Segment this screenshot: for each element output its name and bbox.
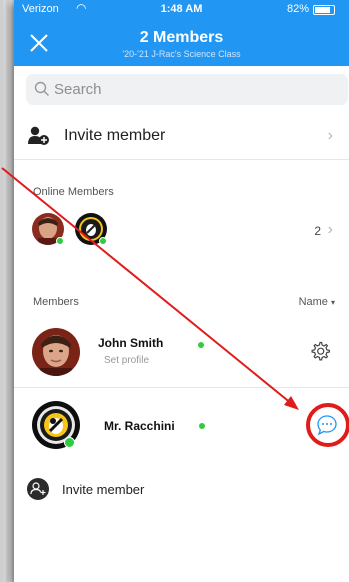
invite-member-label: Invite member [62, 482, 145, 497]
avatar [32, 328, 80, 376]
online-status-dot [198, 342, 204, 348]
online-avatar-john[interactable] [32, 213, 64, 245]
battery-icon [313, 5, 335, 15]
search-placeholder: Search [54, 81, 102, 98]
chevron-right-icon: › [327, 127, 333, 144]
invite-member-label: Invite member [64, 127, 166, 144]
header-bar: Verizon ◠ 1:48 AM 82% 2 Members '20-'21 … [14, 0, 349, 66]
status-bar: Verizon ◠ 1:48 AM 82% [14, 0, 349, 20]
battery-percent: 82% [286, 3, 309, 15]
invite-member-row[interactable]: Invite member › [14, 114, 349, 160]
avatar [32, 401, 80, 449]
member-subtitle: Set profile [104, 355, 150, 366]
member-name: John Smith [98, 336, 164, 350]
add-user-icon [28, 126, 49, 145]
admin-badge-icon [64, 437, 75, 448]
online-status-dot [56, 237, 64, 245]
invite-member-row-bottom[interactable]: Invite member [14, 474, 349, 508]
member-name: Mr. Racchini [104, 419, 175, 433]
member-row-john-smith[interactable]: John Smith Set profile [14, 322, 349, 388]
add-user-circle-icon [27, 478, 49, 500]
search-icon [34, 81, 49, 96]
avatar-image [32, 328, 80, 376]
online-members-count: 2 [314, 224, 321, 238]
online-status-dot [199, 423, 205, 429]
phone-screen: Verizon ◠ 1:48 AM 82% 2 Members '20-'21 … [14, 0, 349, 582]
gear-icon[interactable] [310, 341, 330, 361]
member-row-mr-racchini[interactable]: Mr. Racchini [14, 389, 349, 455]
online-members-heading: Online Members [33, 186, 114, 198]
sort-dropdown[interactable]: Name ▾ [299, 296, 335, 308]
page-title: 2 Members [139, 29, 224, 46]
page-subtitle: '20-'21 J-Rac's Science Class [122, 49, 241, 59]
members-heading: Members [33, 296, 79, 308]
caret-down-icon: ▾ [330, 298, 335, 307]
online-status-dot [99, 237, 107, 245]
chevron-right-icon[interactable]: › [328, 221, 333, 239]
sort-label: Name [298, 296, 328, 308]
search-input[interactable]: Search [26, 74, 348, 105]
online-avatar-racchini[interactable] [75, 213, 107, 245]
annotation-highlight-circle [306, 403, 349, 447]
